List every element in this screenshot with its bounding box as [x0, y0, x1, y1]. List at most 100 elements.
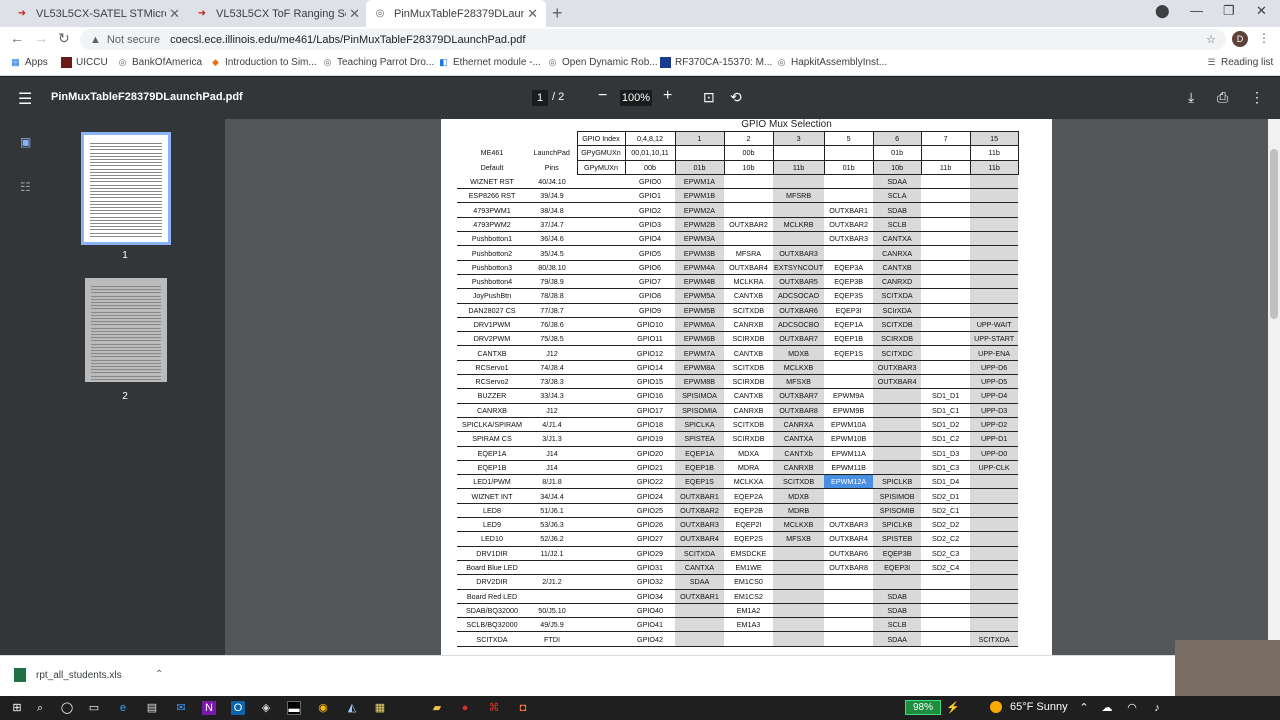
app-icon[interactable]: ◘ [516, 701, 530, 715]
thumbnail-line [90, 146, 162, 148]
bookmark-introduction-sim[interactable]: ◆ Introduction to Sim... [210, 57, 317, 68]
back-icon[interactable]: ← [10, 30, 24, 46]
close-icon[interactable]: ✕ [169, 6, 180, 22]
file-explorer-icon[interactable]: ▰ [430, 701, 444, 715]
table-cell: EPWM8A [675, 360, 724, 376]
bookmark-hapkit[interactable]: ◎ HapkitAssemblyInst... [776, 57, 888, 68]
header-cell: 00,01,10,11 [624, 145, 676, 161]
battery-indicator[interactable]: 98% [905, 700, 941, 715]
new-tab-icon[interactable]: + [552, 3, 563, 24]
reading-list[interactable]: ☰ Reading list [1206, 57, 1273, 68]
page-number-input[interactable]: 1 [532, 90, 548, 106]
tab-vl53l5cx-tof[interactable]: ➜ VL53L5CX ToF Ranging Sensor - ✕ [188, 0, 368, 27]
fit-page-icon[interactable]: ⊡ [703, 89, 715, 106]
table-cell: GPIO31 [625, 560, 675, 576]
chevron-up-icon[interactable]: ⌃ [1077, 701, 1091, 715]
wifi-icon[interactable]: ◠ [1125, 701, 1139, 715]
more-menu-icon[interactable]: ⋮ [1258, 31, 1270, 45]
star-icon[interactable]: ☆ [1206, 33, 1216, 46]
edge-icon[interactable]: e [116, 701, 130, 715]
table-cell [970, 274, 1019, 290]
download-item[interactable]: rpt_all_students.xls [14, 668, 122, 682]
app-cube-icon[interactable]: ◈ [259, 701, 273, 715]
close-icon[interactable]: ✕ [349, 6, 360, 22]
menu-icon[interactable]: ☰ [18, 89, 32, 109]
table-cell: GPIO12 [625, 345, 675, 361]
app-icon[interactable]: ▦ [373, 701, 387, 715]
cloud-icon[interactable]: ☁ [1100, 701, 1114, 715]
address-bar[interactable]: ▲ Not secure coecsl.ece.illinois.edu/me4… [80, 29, 1226, 50]
table-row: JoyPushBtn 78/J8.8 GPIO8 EPWM5A CANTXB ADCSOC… [457, 288, 1019, 304]
zoom-level-input[interactable]: 100% [620, 90, 652, 106]
bookmark-teaching-parrot[interactable]: ◎ Teaching Parrot Dro... [322, 57, 435, 68]
bookmark-open-dynamic-rob[interactable]: ◎ Open Dynamic Rob... [547, 57, 658, 68]
task-view-icon[interactable]: ▭ [87, 701, 101, 715]
search-icon[interactable]: ⌕ [33, 701, 47, 715]
header-cell: Pins [544, 162, 559, 172]
more-options-icon[interactable]: ⋮ [1250, 89, 1264, 106]
header-cell [527, 132, 577, 146]
close-icon[interactable]: ✕ [527, 6, 538, 22]
table-cell: UPP-D4 [970, 388, 1019, 404]
minimize-icon[interactable]: — [1190, 3, 1203, 18]
table-cell: EPWM12A [824, 474, 874, 490]
sheet-title: GPIO Mux Selection [741, 119, 832, 130]
cortana-icon[interactable]: ◯ [60, 701, 74, 715]
weather-widget[interactable]: 65°F Sunny [990, 701, 1068, 713]
app-icon[interactable]: ● [458, 701, 472, 715]
print-icon[interactable]: ⎙ [1217, 89, 1228, 106]
warning-icon[interactable]: ▲ [90, 34, 101, 46]
tab-vl53l5cx-satel[interactable]: ➜ VL53L5CX-SATEL STMicroelectro ✕ [8, 0, 188, 27]
chevron-up-icon[interactable]: ⌃ [155, 669, 163, 680]
chrome-icon[interactable]: ◉ [316, 701, 330, 715]
table-cell [921, 317, 971, 333]
mail-icon[interactable]: ✉ [174, 701, 188, 715]
avatar[interactable]: D [1232, 31, 1248, 47]
table-row: 4793PWM2 37/J4.7 GPIO3 EPWM2B OUTXBAR2 MCLKRB… [457, 217, 1019, 233]
download-filename: rpt_all_students.xls [36, 669, 122, 681]
forward-icon[interactable]: → [34, 30, 48, 46]
outline-icon[interactable]: ☷ [20, 180, 31, 194]
table-cell: EQEP3B [824, 274, 874, 290]
zoom-out-icon[interactable]: − [598, 87, 607, 105]
rotate-icon[interactable]: ⟲ [730, 89, 742, 106]
scrollbar[interactable] [1268, 119, 1280, 655]
zoom-in-icon[interactable]: + [663, 87, 672, 105]
bookmark-rf370ca[interactable]: RF370CA-15370: M... [660, 57, 772, 68]
maximize-icon[interactable]: ❐ [1223, 3, 1235, 19]
bookmark-uiccu[interactable]: UICCU [61, 57, 108, 68]
store-icon[interactable]: ▤ [145, 701, 159, 715]
scroll-thumb[interactable] [1270, 149, 1278, 319]
close-window-icon[interactable]: ✕ [1256, 3, 1267, 19]
table-cell: EQEP3S [824, 288, 874, 304]
thumbnails-icon[interactable]: ▣ [20, 135, 31, 149]
bookmark-apps[interactable]: ▦ Apps [10, 57, 48, 68]
outlook-icon[interactable]: O [231, 701, 245, 715]
onenote-icon[interactable]: N [202, 701, 216, 715]
tab-pinmux-pdf[interactable]: ◎ PinMuxTableF28379DLaunchPad ✕ [366, 0, 546, 27]
download-icon[interactable]: ⤓ [1188, 89, 1194, 106]
reload-icon[interactable]: ↻ [58, 30, 70, 47]
pdf-document-area[interactable]: GPIO Mux Selection GPIO Index 0,4,8,12 1 2 3… [225, 119, 1268, 655]
bookmark-bankofamerica[interactable]: ◎ BankOfAmerica [117, 57, 202, 68]
app-icon[interactable]: ◭ [345, 701, 359, 715]
table-cell: EQEP3B [873, 546, 922, 561]
table-row: LED1/PWM 8/J1.8 GPIO22 EQEP1S MCLKXA SCITXDB E… [457, 474, 1019, 490]
table-cell: SCLB [873, 617, 922, 633]
thumbnail-line [90, 216, 162, 218]
volume-icon[interactable]: ♪ [1150, 701, 1164, 715]
terminal-icon[interactable]: ▬ [287, 701, 301, 715]
page-thumbnail-2[interactable] [85, 278, 167, 382]
windows-start-icon[interactable]: ⊞ [10, 701, 24, 715]
table-cell [873, 446, 922, 461]
acrobat-icon[interactable]: ⌘ [487, 701, 501, 715]
table-cell: EPWM2B [675, 217, 724, 233]
table-cell [921, 360, 971, 376]
table-cell: SCLA [873, 188, 922, 204]
table-cell [824, 174, 874, 190]
table-row: ESP8266 RST 39/J4.9 GPIO1 EPWM1B MFSRB SCLA [457, 188, 1019, 204]
bookmark-ethernet-module[interactable]: ◧ Ethernet module -... [438, 57, 541, 68]
page-thumbnail-1[interactable] [81, 132, 171, 245]
table-cell [873, 417, 922, 433]
tab-search-icon[interactable]: ⬤ [1155, 3, 1170, 19]
